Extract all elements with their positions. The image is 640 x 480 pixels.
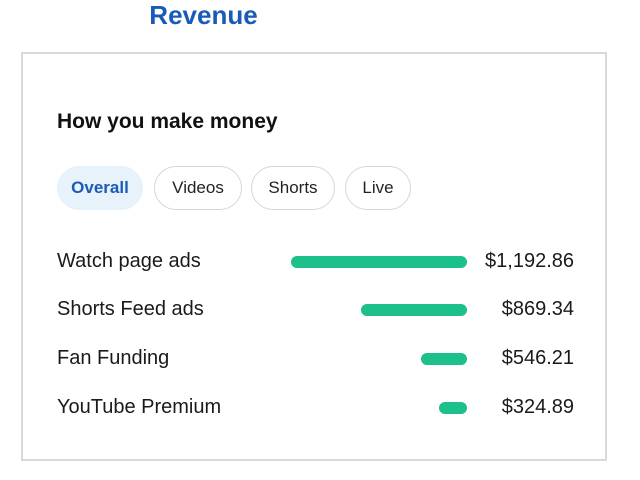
revenue-row: Fan Funding $546.21 [23,343,609,373]
row-value: $869.34 [501,298,574,320]
bar-track [291,304,467,316]
revenue-row: Shorts Feed ads $869.34 [23,294,609,324]
section-title: How you make money [57,110,278,133]
bar-track [291,256,467,268]
revenue-card: How you make money Overall Videos Shorts… [21,52,607,461]
bar-track [291,402,467,414]
row-label: Shorts Feed ads [57,298,204,320]
row-label: Watch page ads [57,250,201,272]
row-value: $324.89 [501,396,574,418]
revenue-bar [361,304,467,316]
revenue-bar [421,353,467,365]
revenue-row: YouTube Premium $324.89 [23,392,609,422]
row-value: $1,192.86 [485,250,574,272]
chip-live[interactable]: Live [345,166,411,210]
chip-shorts[interactable]: Shorts [251,166,335,210]
revenue-bar [291,256,467,268]
bar-track [291,353,467,365]
row-value: $546.21 [501,347,574,369]
chip-overall[interactable]: Overall [57,166,143,210]
row-label: Fan Funding [57,347,170,369]
chip-videos[interactable]: Videos [154,166,242,210]
revenue-row: Watch page ads $1,192.86 [23,246,609,276]
revenue-bar [439,402,467,414]
revenue-tab-label: Revenue [149,0,258,30]
row-label: YouTube Premium [57,396,222,418]
